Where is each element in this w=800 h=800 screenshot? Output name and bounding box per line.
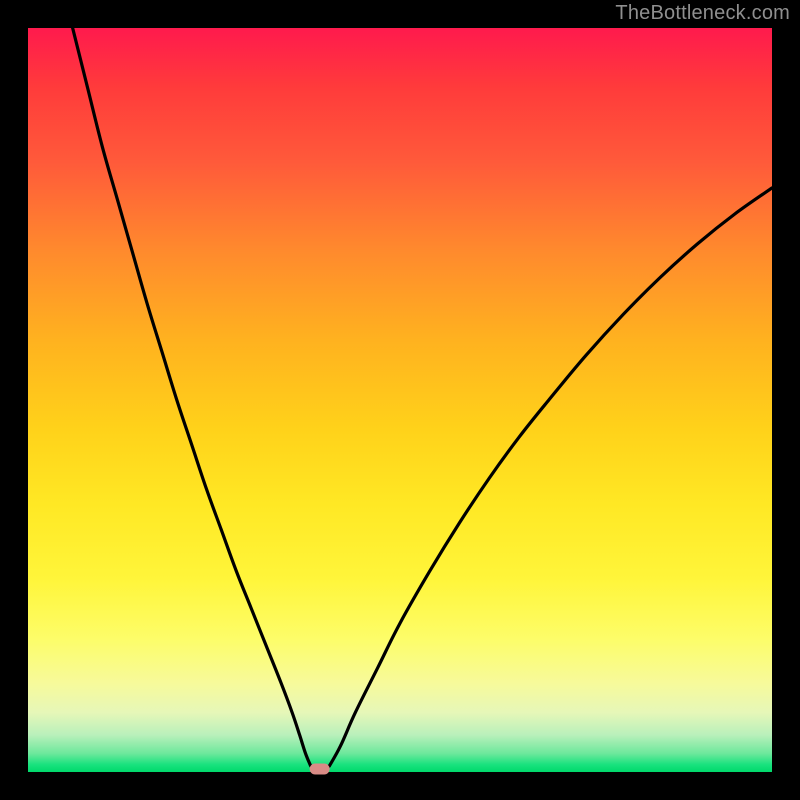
curve-left-branch bbox=[73, 28, 311, 766]
curve-group bbox=[73, 28, 772, 766]
curve-right-branch bbox=[329, 188, 772, 766]
chart-frame: TheBottleneck.com bbox=[0, 0, 800, 800]
marker-group bbox=[310, 764, 330, 775]
bottleneck-marker bbox=[310, 764, 330, 775]
chart-svg bbox=[28, 28, 772, 772]
plot-area bbox=[28, 28, 772, 772]
watermark-text: TheBottleneck.com bbox=[615, 2, 790, 25]
